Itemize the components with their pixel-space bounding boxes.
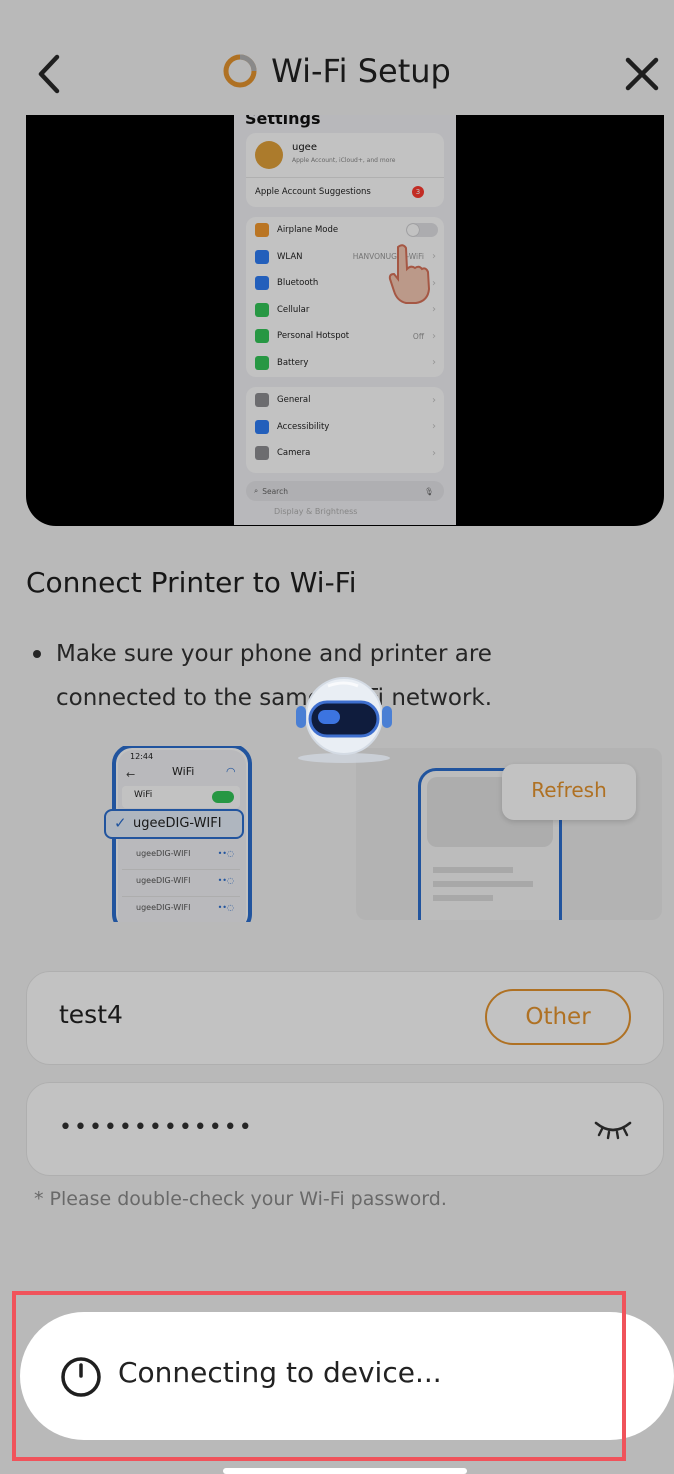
password-field[interactable]: ••••••••••••• bbox=[26, 1082, 664, 1176]
eye-closed-icon[interactable] bbox=[593, 1117, 633, 1141]
search-icon: ⌕ bbox=[254, 486, 259, 495]
account-card: ugee Apple Account, iCloud+, and more Ap… bbox=[246, 133, 444, 207]
accessibility-icon bbox=[255, 419, 269, 434]
other-network-button[interactable]: Other bbox=[485, 989, 631, 1045]
gear-icon bbox=[255, 393, 269, 408]
network-row: ugeeDIG-WIFI ••◌ bbox=[136, 903, 234, 912]
robot-mascot-icon bbox=[296, 677, 392, 763]
video-search-bar: ⌕ Search 🎙 bbox=[246, 481, 444, 501]
illus-back-icon: ← bbox=[126, 768, 136, 781]
network-row: ugeeDIG-WIFI ••◌ bbox=[122, 870, 240, 897]
home-indicator bbox=[223, 1468, 467, 1474]
bluetooth-icon bbox=[255, 276, 269, 291]
faded-row: Display & Brightness bbox=[274, 507, 358, 516]
avatar bbox=[255, 141, 283, 169]
general-card: General › Accessibility › Camera › bbox=[246, 387, 444, 473]
settings-title: Settings bbox=[245, 115, 321, 128]
suggestions-badge: 3 bbox=[412, 186, 424, 198]
airplane-icon bbox=[255, 223, 269, 238]
close-button[interactable] bbox=[620, 52, 664, 96]
wifi-list-illustration: 12:44 ← WiFi ◠ WiFi ✓ ugeeDIG-WIFI ugeeD… bbox=[104, 744, 274, 934]
hotspot-icon bbox=[255, 329, 269, 344]
wifi-icon bbox=[255, 249, 269, 264]
suggestions-label: Apple Account Suggestions bbox=[255, 187, 371, 197]
page-title: Wi-Fi Setup bbox=[271, 52, 451, 90]
settings-row: Accessibility › bbox=[246, 414, 444, 441]
cellular-icon bbox=[255, 302, 269, 317]
video-phone-screen: Settings ugee Apple Account, iCloud+, an… bbox=[234, 115, 456, 525]
settings-row: Battery › bbox=[246, 350, 444, 377]
illus-time: 12:44 bbox=[130, 752, 154, 761]
ssid-value[interactable]: test4 bbox=[59, 1000, 123, 1029]
ssid-field[interactable]: test4 Other bbox=[26, 971, 664, 1065]
settings-row: General › bbox=[246, 387, 444, 414]
illus-wifi-toggle-row: WiFi bbox=[122, 786, 240, 808]
refresh-bubble: Refresh bbox=[502, 764, 636, 820]
password-hint: * Please double-check your Wi-Fi passwor… bbox=[34, 1188, 447, 1210]
battery-icon bbox=[255, 355, 269, 370]
logo-icon bbox=[223, 54, 257, 88]
section-heading: Connect Printer to Wi-Fi bbox=[26, 566, 357, 599]
refresh-label: Refresh bbox=[531, 778, 607, 802]
title-group: Wi-Fi Setup bbox=[0, 52, 674, 90]
selected-network-row: ✓ ugeeDIG-WIFI bbox=[104, 809, 244, 839]
settings-row: Airplane Mode bbox=[246, 217, 444, 244]
pointing-hand-icon bbox=[388, 244, 431, 304]
network-row: ugeeDIG-WIFI ••◌ bbox=[122, 843, 240, 870]
header: Wi-Fi Setup bbox=[0, 38, 674, 110]
camera-icon bbox=[255, 446, 269, 461]
refresh-illustration: Refresh bbox=[356, 748, 662, 920]
account-name: ugee bbox=[292, 142, 317, 153]
toggle-switch bbox=[406, 223, 438, 238]
close-icon bbox=[625, 57, 659, 91]
settings-row: Camera › bbox=[246, 440, 444, 467]
checkmark-icon: ✓ bbox=[114, 814, 127, 832]
network-list: ugeeDIG-WIFI ••◌ ugeeDIG-WIFI ••◌ ugeeDIG-… bbox=[122, 843, 240, 923]
password-value[interactable]: ••••••••••••• bbox=[59, 1115, 254, 1140]
settings-row: Personal Hotspot Off › bbox=[246, 323, 444, 350]
mic-icon: 🎙 bbox=[424, 486, 434, 496]
highlight-box bbox=[12, 1291, 626, 1461]
toggle-on-icon bbox=[212, 791, 234, 803]
tutorial-video[interactable]: Settings ugee Apple Account, iCloud+, an… bbox=[26, 115, 664, 526]
illus-title: WiFi bbox=[172, 765, 195, 778]
wifi-icon: ◠ bbox=[226, 765, 236, 778]
account-sub: Apple Account, iCloud+, and more bbox=[292, 157, 396, 164]
bullet-dot bbox=[33, 650, 41, 658]
